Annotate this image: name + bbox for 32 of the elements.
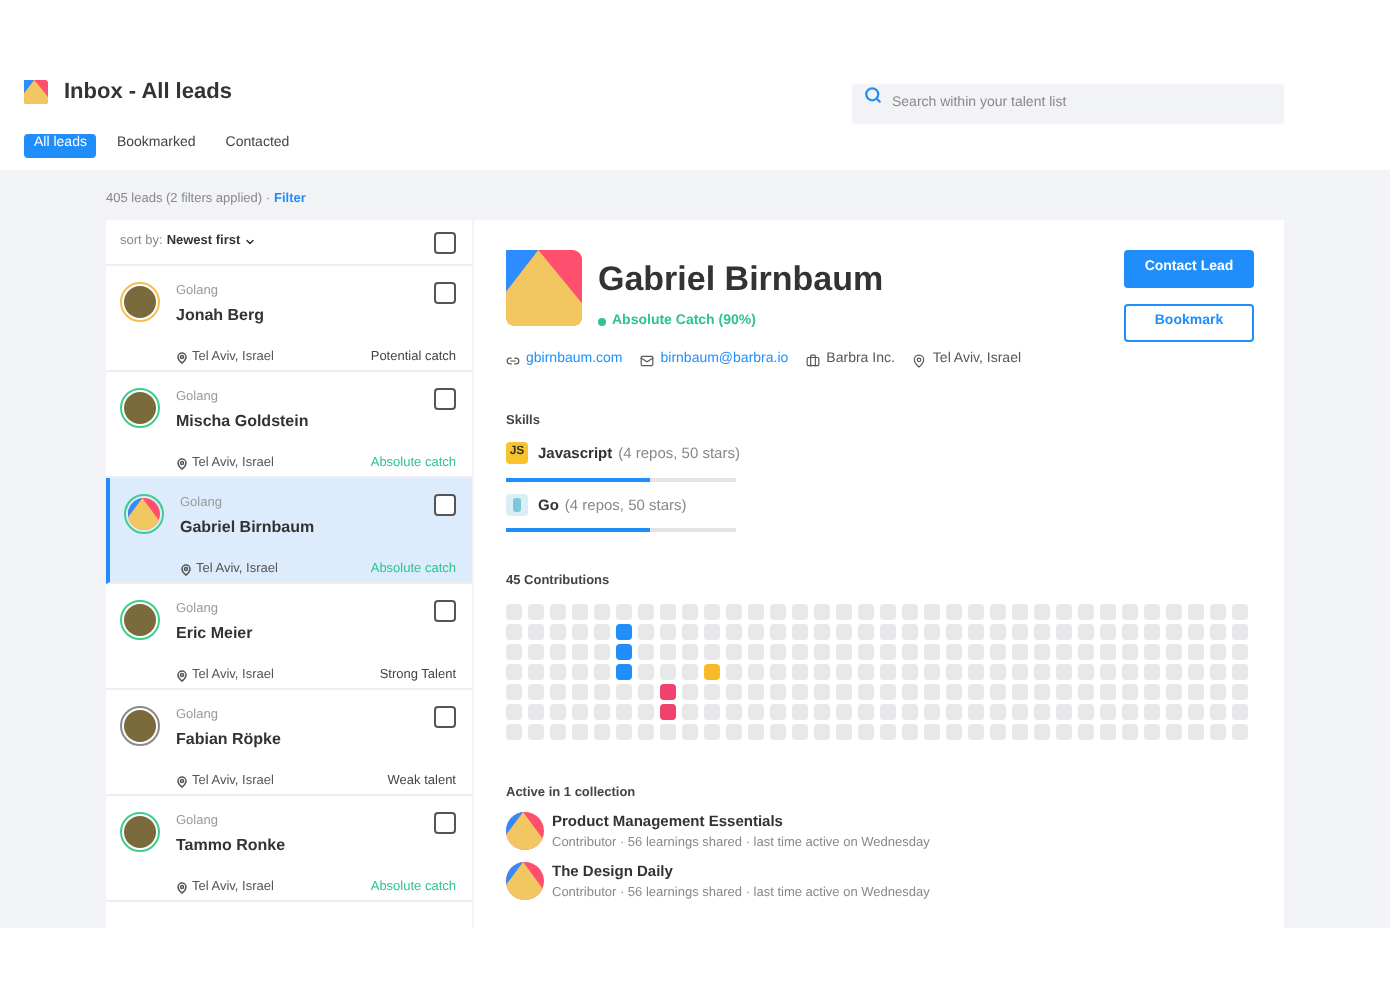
pin-icon xyxy=(176,775,188,788)
checkbox[interactable] xyxy=(434,494,456,516)
checkbox[interactable] xyxy=(434,282,456,304)
link-icon xyxy=(506,353,520,368)
pin-icon xyxy=(176,669,188,682)
pin-icon xyxy=(180,563,192,576)
checkbox[interactable] xyxy=(434,600,456,622)
app-logo-icon xyxy=(24,80,48,105)
profile-name: Gabriel Birnbaum xyxy=(598,258,884,302)
lead-name: Fabian Röpke xyxy=(176,727,281,752)
lead-name: Gabriel Birnbaum xyxy=(180,515,315,540)
pin-icon xyxy=(176,351,188,364)
lead-name: Eric Meier xyxy=(176,621,253,646)
caret-icon xyxy=(244,236,257,248)
collection-logo-icon xyxy=(506,862,544,901)
collection-logo-icon xyxy=(506,812,544,851)
search-icon xyxy=(864,85,882,103)
lead-name: Tammo Ronke xyxy=(176,833,286,858)
checkbox[interactable] xyxy=(434,231,456,253)
briefcase-icon xyxy=(806,353,821,368)
pin-icon xyxy=(176,457,188,470)
pin-icon xyxy=(176,881,188,894)
mail-icon xyxy=(640,353,655,368)
lead-name: Mischa Goldstein xyxy=(176,409,309,434)
checkbox[interactable] xyxy=(434,388,456,410)
pin-icon xyxy=(912,353,927,368)
checkbox[interactable] xyxy=(434,812,456,834)
gopher-icon xyxy=(506,493,528,516)
profile-logo-icon xyxy=(506,250,582,326)
page-title: Inbox - All leads xyxy=(64,78,232,108)
checkbox[interactable] xyxy=(434,706,456,728)
lead-name: Jonah Berg xyxy=(176,303,265,328)
